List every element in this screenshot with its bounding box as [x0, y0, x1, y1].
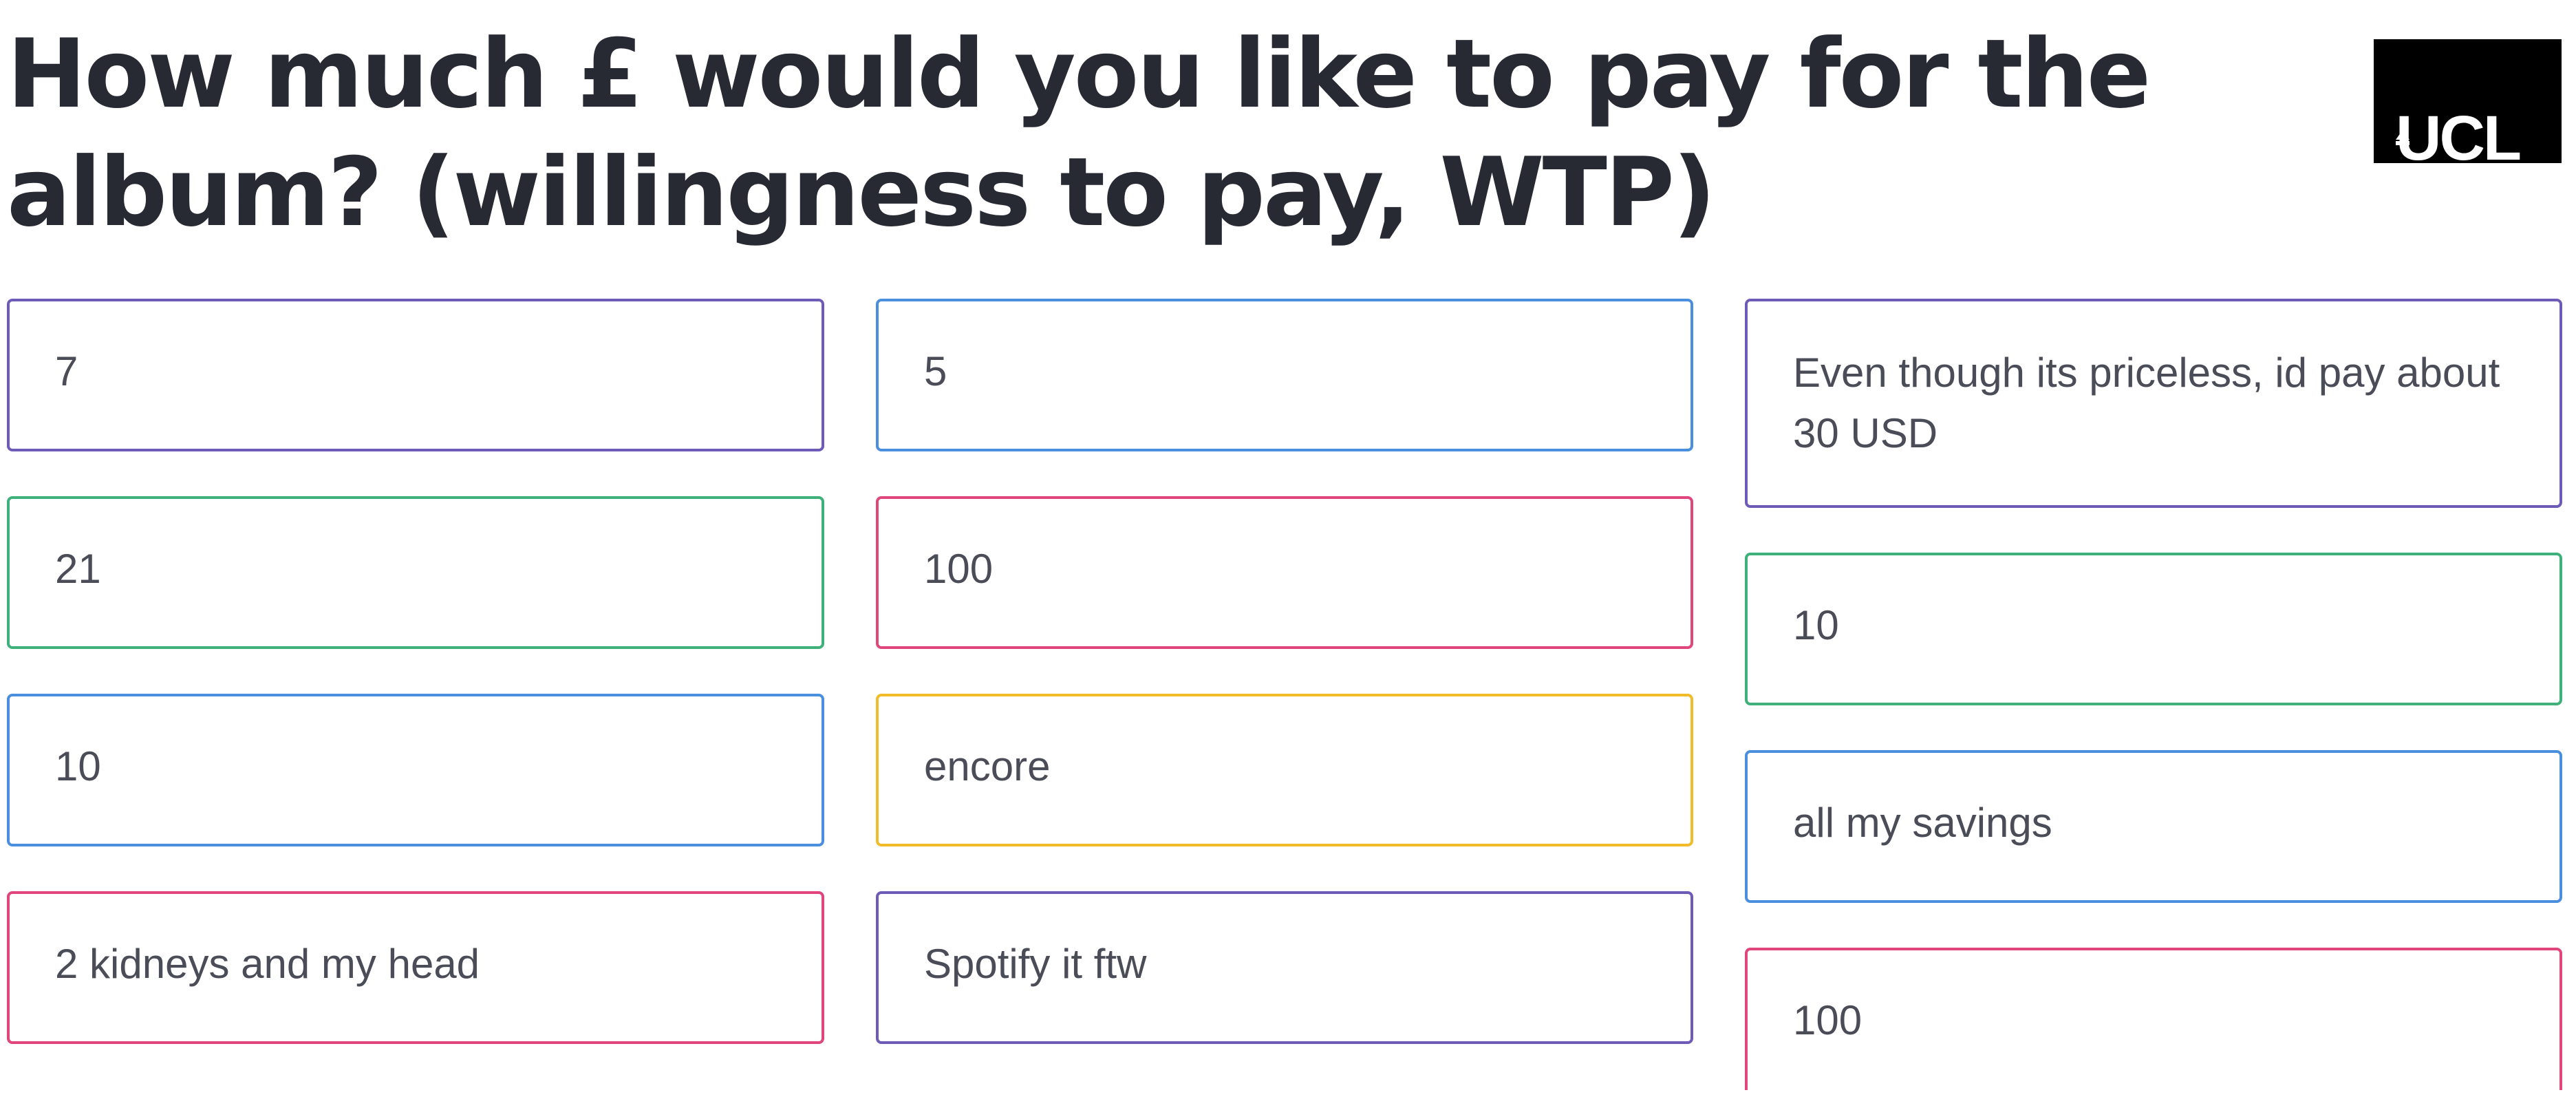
ucl-logo: UCL: [2374, 39, 2562, 163]
response-card: 5: [876, 299, 1693, 451]
page-title: How much £ would you like to pay for the…: [7, 19, 2151, 248]
responses-column-1: 7 21 10 2 kidneys and my head: [7, 299, 824, 1090]
response-card: 7: [7, 299, 824, 451]
response-card: 100: [876, 496, 1693, 649]
response-card: 21: [7, 496, 824, 649]
responses-column-2: 5 100 encore Spotify it ftw: [876, 299, 1693, 1090]
response-card: 100: [1745, 948, 2562, 1090]
response-card: 10: [7, 694, 824, 846]
response-card: 10: [1745, 553, 2562, 705]
response-card: 2 kidneys and my head: [7, 891, 824, 1044]
response-card: Even though its priceless, id pay about …: [1745, 299, 2562, 508]
response-card: encore: [876, 694, 1693, 846]
response-card: Spotify it ftw: [876, 891, 1693, 1044]
response-card: all my savings: [1745, 750, 2562, 903]
responses-column-3: Even though its priceless, id pay about …: [1745, 299, 2562, 1090]
logo-text: UCL: [2396, 103, 2522, 163]
